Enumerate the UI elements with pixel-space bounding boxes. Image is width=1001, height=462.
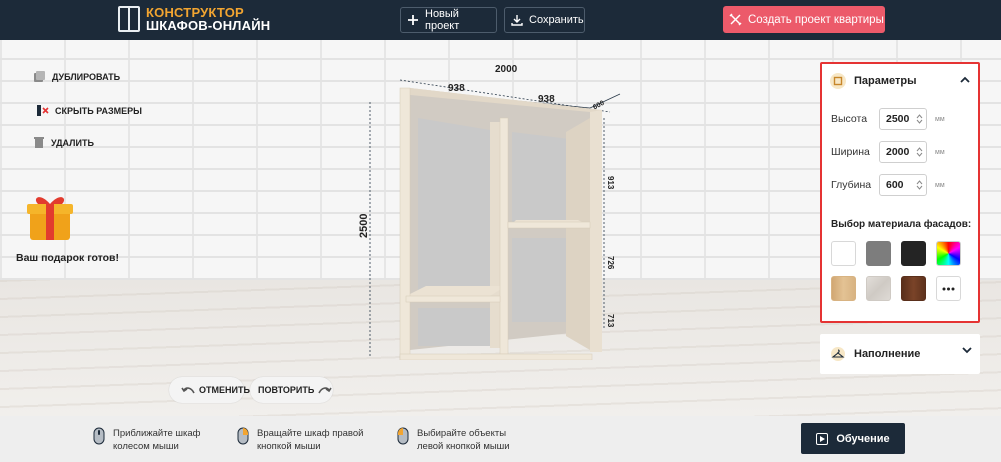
stepper-arrows-icon[interactable] — [916, 179, 923, 191]
hanger-icon — [830, 347, 846, 361]
copy-icon — [33, 70, 46, 83]
new-project-label: Новый проект — [425, 8, 460, 32]
redo-button[interactable]: ПОВТОРИТЬ — [250, 377, 333, 403]
duplicate-button[interactable]: ДУБЛИРОВАТЬ — [33, 70, 120, 83]
logo-line2: ШКАФОВ-ОНЛАЙН — [146, 18, 271, 33]
redo-arrow-icon — [318, 385, 333, 395]
trash-icon — [33, 136, 45, 149]
height-stepper[interactable]: 2500 — [879, 108, 927, 130]
dim-shelf-top: 913 — [606, 176, 615, 190]
dim-right-section: 938 — [538, 94, 555, 105]
plus-icon — [407, 14, 419, 26]
delete-button[interactable]: УДАЛИТЬ — [33, 136, 94, 149]
hint-zoom-line1: Приближайте шкаф — [113, 428, 201, 439]
height-unit: мм — [935, 115, 945, 123]
tutorial-button[interactable]: Обучение — [801, 423, 905, 454]
swatch-black[interactable] — [901, 241, 926, 266]
chevron-down-icon[interactable] — [962, 346, 972, 354]
height-row: Высота 2500 мм — [831, 108, 945, 130]
wardrobe-logo-icon — [118, 6, 140, 32]
gift-icon[interactable] — [24, 190, 76, 247]
delete-label: УДАЛИТЬ — [51, 137, 94, 148]
width-label: Ширина — [831, 146, 870, 158]
height-label: Высота — [831, 113, 868, 125]
save-label: Сохранить — [529, 14, 584, 26]
hint-rotate-line2: кнопкой мыши — [257, 441, 321, 452]
width-value: 2000 — [886, 146, 910, 158]
hide-dimensions-icon — [36, 104, 49, 117]
logo[interactable]: КОНСТРУКТОР ШКАФОВ-ОНЛАЙН — [118, 6, 270, 32]
undo-button[interactable]: ОТМЕНИТЬ — [169, 377, 250, 403]
tutorial-label: Обучение — [836, 432, 890, 445]
dim-left-section: 938 — [448, 83, 465, 94]
hide-sizes-label: СКРЫТЬ РАЗМЕРЫ — [55, 105, 142, 116]
depth-row: Глубина 600 мм — [831, 174, 945, 196]
parameters-panel: Параметры Высота 2500 мм Ширина 2000 мм … — [820, 62, 980, 323]
chevron-up-icon[interactable] — [960, 76, 970, 84]
hint-select: Выбирайте объекты левой кнопкой мыши — [397, 427, 510, 453]
swatch-oak-light[interactable] — [831, 276, 856, 301]
stepper-arrows-icon[interactable] — [916, 146, 923, 158]
filling-title: Наполнение — [854, 348, 921, 360]
hint-rotate-line1: Вращайте шкаф правой — [257, 428, 364, 439]
depth-label: Глубина — [831, 179, 872, 191]
top-bar: КОНСТРУКТОР ШКАФОВ-ОНЛАЙН Новый проект С… — [0, 0, 1001, 40]
create-apartment-project-button[interactable]: Создать проект квартиры — [723, 6, 885, 33]
save-button[interactable]: Сохранить — [504, 7, 585, 33]
more-dots-icon — [942, 287, 955, 291]
cube-icon — [830, 73, 846, 89]
dim-total-width: 2000 — [495, 64, 518, 75]
new-project-button[interactable]: Новый проект — [400, 7, 497, 33]
swatch-custom-color[interactable] — [936, 241, 961, 266]
gift-text[interactable]: Ваш подарок готов! — [16, 252, 119, 264]
parameters-title: Параметры — [854, 75, 917, 87]
3d-viewport[interactable]: ДУБЛИРОВАТЬ СКРЫТЬ РАЗМЕРЫ УДАЛИТЬ Ваш п… — [0, 40, 1001, 416]
wardrobe-model[interactable]: 2000 938 938 600 2500 913 726 713 — [340, 60, 630, 360]
hide-sizes-button[interactable]: СКРЫТЬ РАЗМЕРЫ — [36, 104, 142, 117]
height-value: 2500 — [886, 113, 910, 125]
material-title: Выбор материала фасадов: — [831, 219, 972, 230]
dim-shelf-mid: 726 — [606, 256, 615, 270]
dim-height: 2500 — [358, 214, 370, 238]
hint-rotate: Вращайте шкаф правой кнопкой мыши — [237, 427, 363, 453]
redo-label: ПОВТОРИТЬ — [258, 385, 315, 395]
width-stepper[interactable]: 2000 — [879, 141, 927, 163]
download-icon — [511, 14, 523, 26]
hint-zoom-line2: колесом мыши — [113, 441, 179, 452]
depth-unit: мм — [935, 181, 945, 189]
filling-panel[interactable]: Наполнение — [820, 334, 980, 374]
duplicate-label: ДУБЛИРОВАТЬ — [52, 71, 121, 82]
mouse-wheel-icon — [93, 427, 105, 445]
hint-zoom: Приближайте шкаф колесом мыши — [93, 427, 200, 453]
bottom-bar: Приближайте шкаф колесом мыши Вращайте ш… — [0, 416, 1001, 462]
swatch-white[interactable] — [831, 241, 856, 266]
dim-shelf-bottom: 713 — [606, 314, 615, 328]
width-row: Ширина 2000 мм — [831, 141, 945, 163]
hint-select-line2: левой кнопкой мыши — [417, 441, 510, 452]
hint-select-line1: Выбирайте объекты — [417, 428, 507, 439]
depth-stepper[interactable]: 600 — [879, 174, 927, 196]
swatch-concrete[interactable] — [866, 276, 891, 301]
ruler-pencil-icon — [729, 13, 742, 26]
mouse-left-icon — [397, 427, 409, 445]
stepper-arrows-icon[interactable] — [916, 113, 923, 125]
swatch-walnut[interactable] — [901, 276, 926, 301]
swatch-more[interactable] — [936, 276, 961, 301]
swatch-gray[interactable] — [866, 241, 891, 266]
create-apartment-label: Создать проект квартиры — [748, 13, 884, 26]
parameters-header[interactable]: Параметры — [830, 73, 972, 89]
mouse-right-icon — [237, 427, 249, 445]
undo-arrow-icon — [181, 385, 195, 395]
undo-label: ОТМЕНИТЬ — [199, 385, 250, 395]
video-play-icon — [816, 432, 829, 445]
depth-value: 600 — [886, 179, 904, 191]
width-unit: мм — [935, 148, 945, 156]
